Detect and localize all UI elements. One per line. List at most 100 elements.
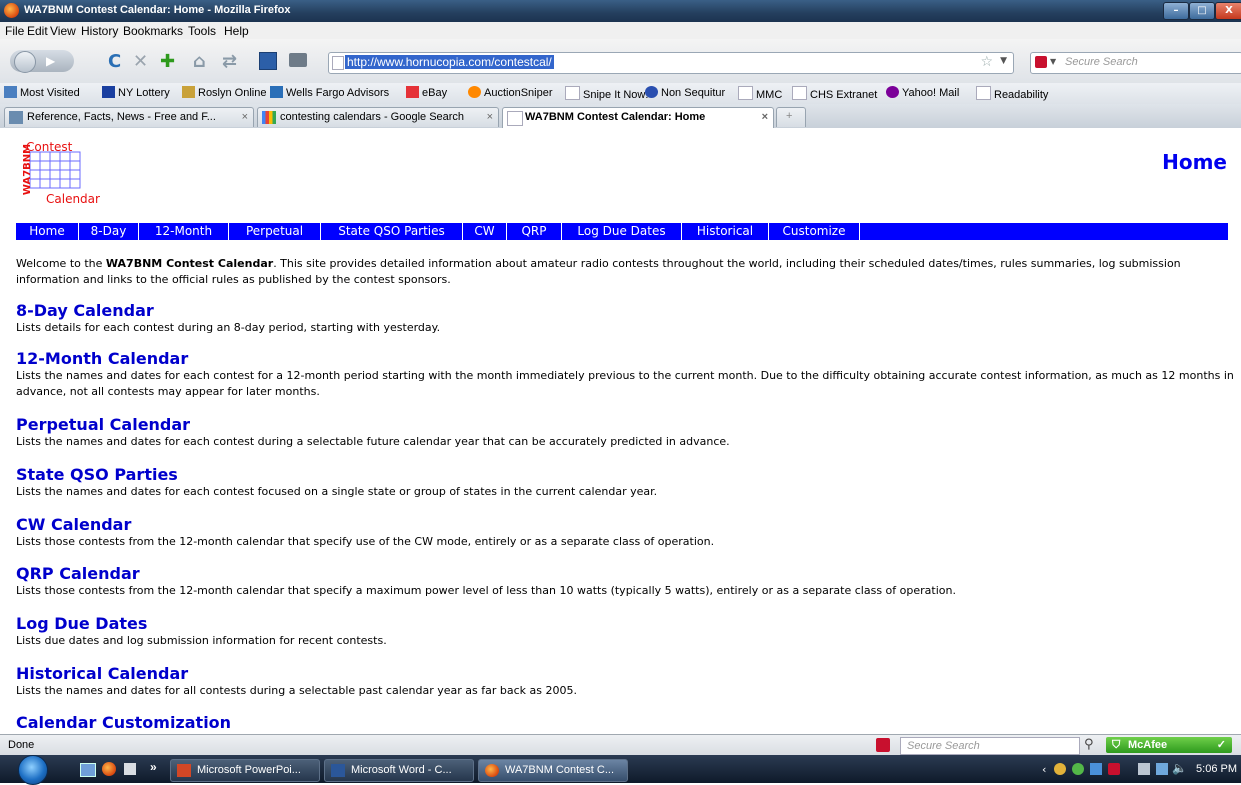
search-icon[interactable]: ⚲ [1084, 737, 1094, 752]
tray-update-icon[interactable] [1090, 763, 1102, 775]
firefox-quicklaunch-icon[interactable] [102, 762, 116, 776]
status-search-input[interactable]: Secure Search [900, 737, 1080, 755]
section-log-due-link[interactable]: Log Due Dates [16, 614, 1236, 633]
bookmark-wells-fargo[interactable]: Wells Fargo Advisors [270, 86, 389, 99]
home-icon[interactable]: ⌂ [193, 51, 206, 72]
menu-help[interactable]: Help [224, 24, 249, 38]
add-bookmark-icon[interactable]: ✚ [160, 51, 175, 72]
maximize-button[interactable]: □ [1189, 2, 1215, 20]
section-cw-desc: Lists those contests from the 12-month c… [16, 535, 715, 548]
search-bar[interactable]: ▼ Secure Search [1030, 52, 1241, 74]
site-logo[interactable]: Contest WA7BNM Calendar [16, 140, 116, 210]
bookmark-mmc[interactable]: MMC [738, 86, 782, 101]
section-perpetual-link[interactable]: Perpetual Calendar [16, 415, 1236, 434]
bookmark-snipe-it-now[interactable]: Snipe It Now! [565, 86, 648, 101]
section-cw-link[interactable]: CW Calendar [16, 515, 1236, 534]
stop-icon[interactable]: ✕ [133, 51, 148, 72]
minimize-button[interactable]: – [1163, 2, 1189, 20]
tab-contest-calendar[interactable]: WA7BNM Contest Calendar: Home × [502, 107, 774, 129]
menu-bookmarks[interactable]: Bookmarks [123, 24, 183, 38]
nav-home[interactable]: Home [16, 223, 79, 240]
tray-app-icon[interactable] [1054, 763, 1066, 775]
section-qrp: QRP Calendar Lists those contests from t… [16, 564, 1236, 599]
bookmark-ebay[interactable]: eBay [406, 86, 447, 99]
taskbar-powerpoint[interactable]: Microsoft PowerPoi... [170, 759, 320, 782]
nav-state-qso-parties[interactable]: State QSO Parties [321, 223, 463, 240]
section-8-day-link[interactable]: 8-Day Calendar [16, 301, 1236, 320]
back-icon[interactable] [14, 51, 36, 73]
close-tab-icon[interactable]: × [242, 111, 248, 123]
section-12-month-link[interactable]: 12-Month Calendar [16, 349, 1236, 368]
tray-network-icon[interactable] [1072, 763, 1084, 775]
check-icon: ✓ [1216, 739, 1226, 751]
print-icon[interactable] [289, 53, 307, 67]
powerpoint-icon [177, 764, 191, 777]
bookmark-ny-lottery[interactable]: NY Lottery [102, 86, 170, 99]
logo-bottom-text: Calendar [46, 192, 100, 206]
tray-monitor-icon[interactable] [1156, 763, 1168, 775]
mcafee-shield-icon [1035, 56, 1047, 68]
nav-customize[interactable]: Customize [769, 223, 860, 240]
forward-icon[interactable]: ▶ [46, 54, 55, 68]
section-state-qso-link[interactable]: State QSO Parties [16, 465, 1236, 484]
google-icon [262, 111, 276, 124]
menu-view[interactable]: View [50, 24, 76, 38]
tray-expand-icon[interactable]: ‹ [1042, 763, 1046, 776]
section-historical-link[interactable]: Historical Calendar [16, 664, 1236, 683]
close-button[interactable]: X [1215, 2, 1241, 20]
taskbar: » Microsoft PowerPoi... Microsoft Word -… [0, 755, 1241, 785]
close-tab-icon[interactable]: × [762, 111, 768, 123]
bookmark-most-visited[interactable]: Most Visited [4, 86, 80, 99]
nav-perpetual[interactable]: Perpetual [229, 223, 321, 240]
tray-power-icon[interactable] [1138, 763, 1150, 775]
quicklaunch-icon[interactable] [124, 763, 136, 775]
bookmark-yahoo-mail[interactable]: Yahoo! Mail [886, 86, 959, 99]
bookmark-star-icon[interactable] [259, 52, 277, 70]
tray-mcafee-icon[interactable] [1108, 763, 1120, 775]
menu-history[interactable]: History [81, 24, 118, 38]
url-bar[interactable]: http://www.hornucopia.com/contestcal/ ☆ … [328, 52, 1014, 74]
taskbar-word[interactable]: Microsoft Word - C... [324, 759, 474, 782]
nav-cw[interactable]: CW [463, 223, 507, 240]
mcafee-shield-icon[interactable] [876, 738, 890, 752]
quicklaunch-overflow-icon[interactable]: » [150, 760, 157, 774]
bookmark-auctionsniper[interactable]: AuctionSniper [468, 86, 553, 99]
mcafee-button[interactable]: ⛉ McAfee ✓ [1106, 737, 1232, 753]
section-state-qso: State QSO Parties Lists the names and da… [16, 465, 1236, 500]
section-12-month: 12-Month Calendar Lists the names and da… [16, 349, 1236, 400]
clock[interactable]: 5:06 PM [1196, 763, 1237, 775]
nav-log-due-dates[interactable]: Log Due Dates [562, 223, 682, 240]
section-customization-link[interactable]: Calendar Customization [16, 713, 1236, 732]
menu-edit[interactable]: Edit [27, 24, 48, 38]
close-tab-icon[interactable]: × [487, 111, 493, 123]
show-desktop-icon[interactable] [80, 763, 96, 777]
new-tab-button[interactable]: + [776, 107, 806, 127]
section-qrp-link[interactable]: QRP Calendar [16, 564, 1236, 583]
bookmark-readability[interactable]: Readability [976, 86, 1048, 101]
menu-tools[interactable]: Tools [188, 24, 216, 38]
start-button[interactable] [18, 755, 48, 785]
nav-12-month[interactable]: 12-Month [139, 223, 229, 240]
volume-icon[interactable]: 🔈 [1172, 761, 1187, 775]
nav-8-day[interactable]: 8-Day [79, 223, 139, 240]
tab-google-search[interactable]: contesting calendars - Google Search × [257, 107, 499, 127]
bookmark-roslyn-online[interactable]: Roslyn Online [182, 86, 266, 99]
reload-icon[interactable]: C [108, 51, 121, 72]
dropdown-icon[interactable]: ▼ [1000, 56, 1007, 66]
engine-dropdown-icon[interactable]: ▼ [1050, 57, 1056, 66]
section-cw: CW Calendar Lists those contests from th… [16, 515, 1236, 550]
status-bar: Done Secure Search ⚲ ⛉ McAfee ✓ [0, 734, 1241, 756]
firefox-icon [4, 3, 19, 18]
menu-file[interactable]: File [5, 24, 24, 38]
page-icon [738, 86, 753, 100]
taskbar-firefox[interactable]: WA7BNM Contest C... [478, 759, 628, 782]
nav-historical[interactable]: Historical [682, 223, 769, 240]
status-text: Done [8, 739, 35, 751]
bookmark-non-sequitur[interactable]: Non Sequitur [645, 86, 725, 99]
bookmark-chs-extranet[interactable]: CHS Extranet [792, 86, 877, 101]
tab-reference[interactable]: Reference, Facts, News - Free and F... × [4, 107, 254, 127]
sync-icon[interactable]: ⇄ [222, 51, 237, 72]
star-icon[interactable]: ☆ [980, 54, 993, 70]
nav-qrp[interactable]: QRP [507, 223, 562, 240]
url-text[interactable]: http://www.hornucopia.com/contestcal/ [345, 55, 554, 69]
